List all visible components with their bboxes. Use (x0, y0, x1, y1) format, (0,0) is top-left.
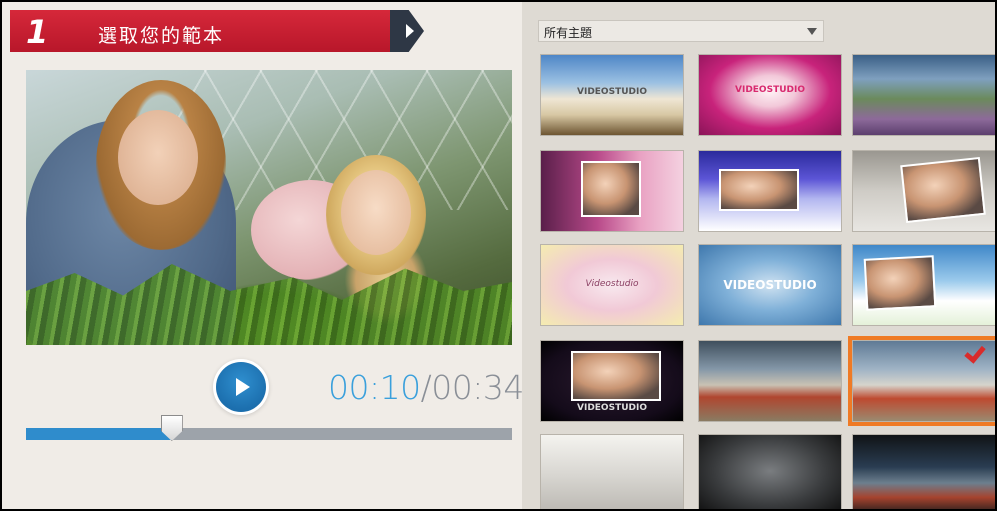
template-thumbnail-2[interactable]: VIDEOSTUDIO (698, 54, 842, 136)
template-thumbnail-13[interactable] (540, 434, 684, 509)
scrub-progress (26, 428, 172, 440)
template-title: VIDEOSTUDIO (577, 87, 647, 97)
dropdown-arrow-icon (807, 28, 817, 35)
step-number: 1 (26, 13, 49, 51)
template-thumbnail-12-selected[interactable] (848, 336, 995, 426)
template-thumbnail-9[interactable] (852, 244, 995, 326)
step-title: 選取您的範本 (98, 25, 225, 47)
template-gallery: 所有主題 VIDEOSTUDIO VIDEOSTUDIO Videostudio… (522, 2, 995, 509)
template-thumbnail-10[interactable]: VIDEOSTUDIO (540, 340, 684, 422)
template-thumbnail-11[interactable] (698, 340, 842, 422)
template-photo (863, 255, 937, 311)
video-preview[interactable] (26, 70, 512, 345)
template-thumbnail-6[interactable] (852, 150, 995, 232)
template-thumbnail-15[interactable] (852, 434, 995, 509)
theme-dropdown-value: 所有主題 (544, 26, 593, 40)
template-thumbnail-4[interactable] (540, 150, 684, 232)
template-thumbnail-5[interactable] (698, 150, 842, 232)
preview-panel: 1 選取您的範本 00:10/00:34 (2, 2, 524, 509)
template-photo (900, 156, 986, 224)
template-thumbnail-1[interactable]: VIDEOSTUDIO (540, 54, 684, 136)
preview-face-2 (341, 170, 411, 255)
scrub-bar[interactable] (26, 428, 512, 440)
template-thumbnail-7[interactable]: Videostudio (540, 244, 684, 326)
time-separator: / (420, 368, 432, 407)
template-title: VIDEOSTUDIO (723, 278, 817, 292)
theme-dropdown[interactable]: 所有主題 (538, 20, 824, 42)
template-thumbnail-14[interactable] (698, 434, 842, 509)
template-photo (581, 161, 641, 217)
template-title: VIDEOSTUDIO (577, 403, 647, 413)
preview-face-1 (118, 110, 198, 205)
step-banner: 1 選取您的範本 (10, 10, 424, 52)
checkmark-icon (965, 341, 991, 361)
current-time: 00:10 (328, 368, 421, 407)
template-thumbnail-8[interactable]: VIDEOSTUDIO (698, 244, 842, 326)
template-photo (571, 351, 661, 401)
play-icon (236, 378, 250, 396)
time-display: 00:10/00:34 (328, 368, 524, 407)
chevron-right-icon (406, 24, 414, 38)
app-frame: 1 選取您的範本 00:10/00:34 所有主題 VIDEOSTUDIO VI… (2, 2, 995, 509)
template-thumbnail-3[interactable] (852, 54, 995, 136)
template-title: VIDEOSTUDIO (735, 85, 805, 95)
play-button[interactable] (216, 362, 266, 412)
template-photo (719, 169, 799, 211)
total-time: 00:34 (431, 368, 524, 407)
template-title: Videostudio (585, 279, 639, 289)
